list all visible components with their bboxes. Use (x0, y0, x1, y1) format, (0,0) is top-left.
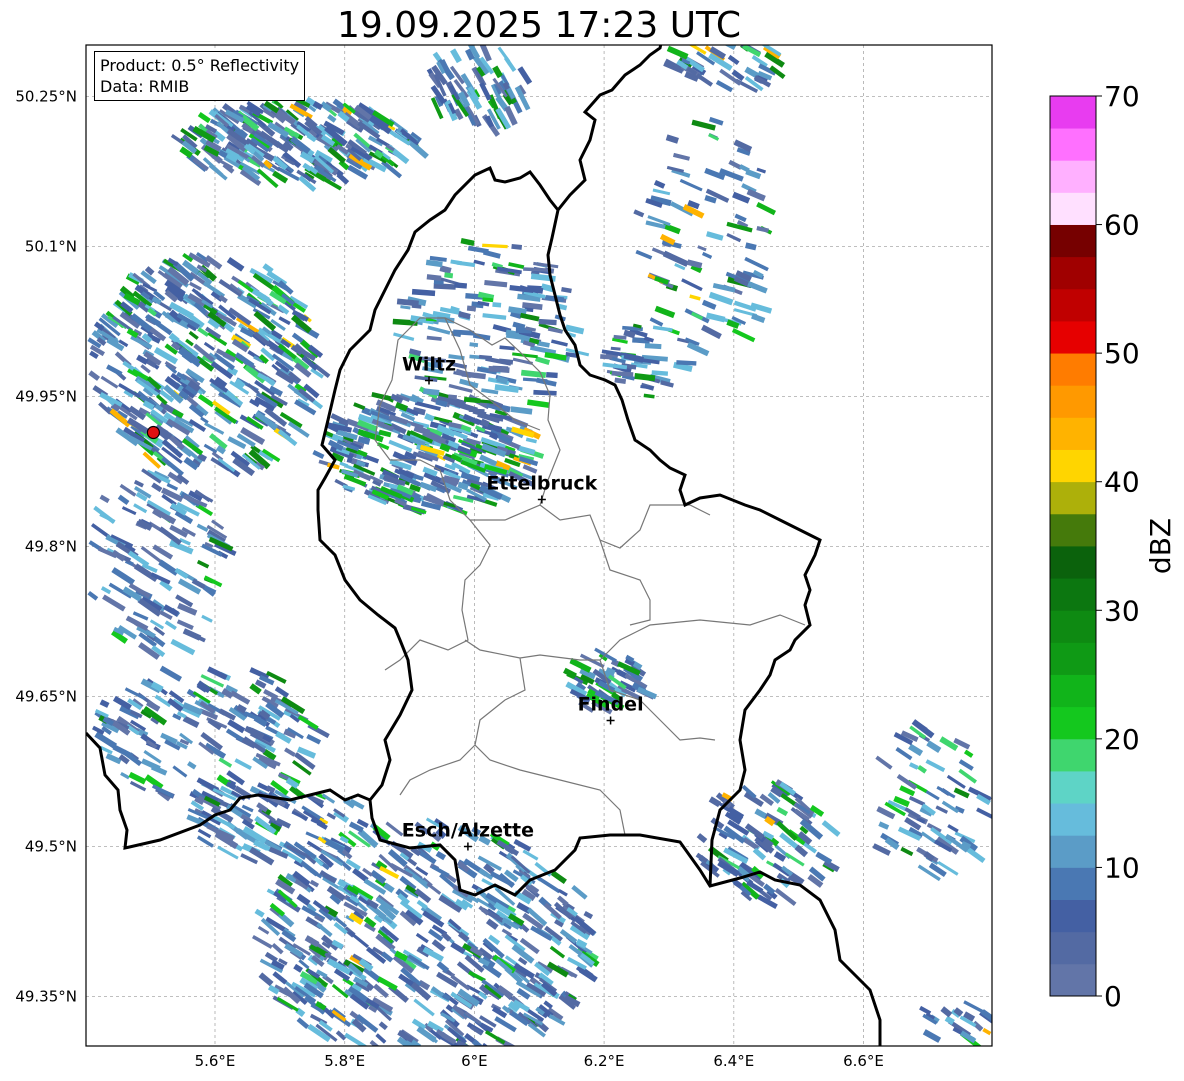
echo-cell (442, 1053, 458, 1065)
colorbar-segment (1050, 931, 1096, 965)
colorbar-segment (1050, 771, 1096, 804)
echo-cell (434, 1050, 447, 1062)
echo-cell (444, 272, 454, 279)
colorbar-segment (1050, 288, 1096, 322)
lat-tick-label: 49.95°N (15, 388, 77, 406)
echo-cell (466, 305, 477, 312)
city-label: Ettelbruck (486, 473, 597, 495)
colorbar-segment (1050, 513, 1096, 547)
colorbar-segment (1050, 192, 1096, 225)
echo-cell (492, 302, 502, 308)
lon-tick-label: 5.6°E (195, 1052, 236, 1070)
colorbar-segment (1050, 160, 1096, 193)
colorbar-segment (1050, 449, 1096, 483)
lon-tick-label: 6°E (461, 1052, 488, 1070)
lat-tick-label: 50.1°N (25, 238, 77, 256)
echo-cell (538, 318, 557, 326)
colorbar-segment (1050, 835, 1096, 868)
colorbar-tick-label: 50 (1104, 337, 1140, 370)
city-label: Wiltz (402, 354, 456, 376)
colorbar-segment (1050, 128, 1096, 161)
colorbar-segment (1050, 385, 1096, 418)
echo-cell (511, 243, 523, 250)
echo-cell (442, 1050, 452, 1058)
echo-cell (406, 1049, 417, 1059)
colorbar-segment (1050, 578, 1096, 611)
colorbar-tick-label: 40 (1104, 466, 1140, 499)
echo-cell (380, 1049, 401, 1065)
product-label: Product: 0.5° Reflectivity (100, 56, 300, 75)
colorbar-segment (1050, 321, 1096, 354)
lon-tick-label: 6.6°E (843, 1052, 884, 1070)
colorbar-segment (1050, 353, 1096, 386)
colorbar-tick-label: 60 (1104, 209, 1140, 242)
echo-cell (454, 282, 468, 289)
colorbar-segment (1050, 610, 1096, 643)
product-info-box: Product: 0.5° Reflectivity Data: RMIB (94, 51, 306, 101)
city-label: Findel (578, 694, 644, 716)
data-source-label: Data: RMIB (100, 77, 190, 96)
city-label: Esch/Alzette (402, 820, 534, 842)
colorbar-segment (1050, 706, 1096, 740)
colorbar-tick-label: 20 (1104, 723, 1140, 756)
colorbar-segment (1050, 803, 1096, 836)
lat-tick-label: 49.8°N (25, 538, 77, 556)
radar-site-dot (146, 425, 160, 440)
colorbar-segment (1050, 642, 1096, 675)
colorbar-segment (1050, 417, 1096, 450)
colorbar-segment (1050, 674, 1096, 708)
colorbar: 0 10 20 30 40 50 60 70 dBZ (1049, 80, 1177, 1013)
colorbar-segment (1050, 546, 1096, 579)
lat-tick-label: 50.25°N (15, 88, 77, 106)
colorbar-segment (1050, 256, 1096, 290)
lon-tick-label: 6.2°E (584, 1052, 625, 1070)
radar-site-marker (146, 425, 160, 440)
colorbar-unit-label: dBZ (1144, 518, 1177, 574)
lon-tick-label: 5.8°E (324, 1052, 365, 1070)
colorbar-tick-label: 30 (1104, 594, 1140, 627)
colorbar-tick-label: 70 (1104, 80, 1140, 113)
echo-cell (644, 343, 662, 350)
lat-tick-label: 49.35°N (15, 988, 77, 1006)
echo-cell (546, 371, 558, 379)
colorbar-segment (1050, 963, 1096, 997)
colorbar-segment (1050, 738, 1096, 772)
colorbar-segment (1050, 899, 1096, 933)
colorbar-tick-label: 10 (1104, 851, 1140, 884)
radar-map-figure: 50.25°N 50.1°N 49.95°N 49.8°N 49.65°N 49.5°N 4… (15, 44, 1177, 1070)
colorbar-segment (1050, 481, 1096, 515)
colorbar-tick-label: 0 (1104, 980, 1122, 1013)
lon-tick-label: 6.4°E (713, 1052, 754, 1070)
lat-tick-label: 49.5°N (25, 838, 77, 856)
colorbar-segment (1050, 867, 1096, 900)
echo-cell (600, 354, 613, 360)
colorbar-segment (1050, 96, 1096, 129)
colorbar-segment (1050, 224, 1096, 258)
lat-tick-label: 49.65°N (15, 688, 77, 706)
